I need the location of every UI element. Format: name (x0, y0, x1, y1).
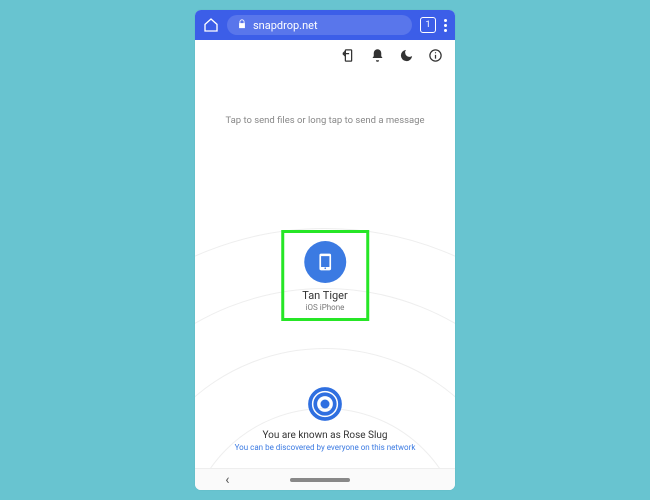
home-icon[interactable] (203, 17, 219, 33)
app-toolbar (195, 40, 455, 70)
hint-text: Tap to send files or long tap to send a … (195, 115, 455, 126)
menu-icon[interactable] (444, 19, 447, 32)
phone-frame: snapdrop.net 1 Tap to send files or long… (195, 10, 455, 490)
browser-bar: snapdrop.net 1 (195, 10, 455, 40)
install-icon[interactable] (341, 48, 356, 63)
phone-icon (304, 241, 346, 283)
footer: You are known as Rose Slug You can be di… (195, 386, 455, 452)
notifications-icon[interactable] (370, 48, 385, 63)
main-content: Tap to send files or long tap to send a … (195, 70, 455, 468)
peer-highlight: Tan Tiger iOS iPhone (281, 230, 369, 321)
dark-mode-icon[interactable] (399, 48, 414, 63)
discovery-text[interactable]: You can be discovered by everyone on thi… (235, 443, 416, 452)
info-icon[interactable] (428, 48, 443, 63)
peer-device-type: iOS iPhone (306, 303, 345, 312)
tab-count[interactable]: 1 (420, 17, 436, 33)
peer-name: Tan Tiger (302, 289, 348, 302)
system-navbar: ‹ (195, 468, 455, 490)
peer-device[interactable]: Tan Tiger iOS iPhone (302, 241, 348, 312)
identity-text: You are known as Rose Slug (262, 430, 387, 441)
address-bar[interactable]: snapdrop.net (227, 15, 412, 35)
home-pill[interactable] (290, 478, 350, 482)
lock-icon (237, 19, 247, 32)
url-text: snapdrop.net (253, 19, 318, 32)
back-icon[interactable]: ‹ (225, 472, 229, 488)
app-logo-icon (307, 386, 343, 426)
